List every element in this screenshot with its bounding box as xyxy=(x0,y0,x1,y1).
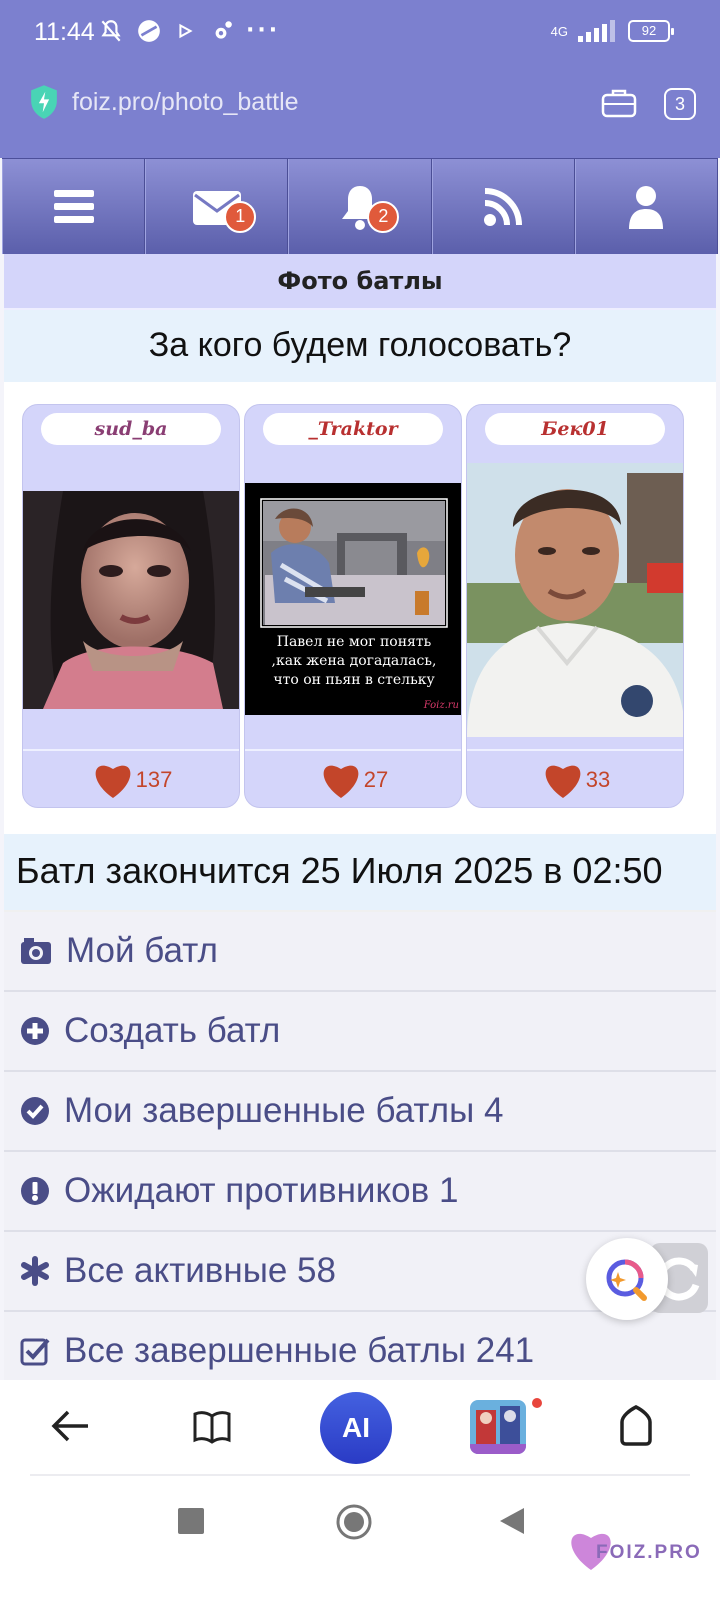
menu-item-label: Мои завершенные батлы 4 xyxy=(64,1091,504,1130)
checkbox-icon xyxy=(20,1338,50,1366)
briefcase-icon[interactable] xyxy=(601,88,637,118)
menu-item-my-battle[interactable]: Мой батл xyxy=(4,912,716,992)
nav-menu-button[interactable] xyxy=(2,159,146,254)
page-title: Фото батлы xyxy=(4,254,716,310)
game-thumbnail[interactable] xyxy=(470,1400,526,1454)
hamburger-icon xyxy=(53,189,94,223)
signal-icon xyxy=(578,20,618,42)
assistant-fab[interactable] xyxy=(586,1238,668,1320)
play-icon xyxy=(179,23,193,39)
card-username[interactable]: _Traktor xyxy=(263,413,443,445)
vote-count: 27 xyxy=(363,767,389,792)
card-photo[interactable] xyxy=(467,463,683,737)
menu-item-label: Все завершенные батлы 241 xyxy=(64,1331,535,1370)
battle-cards: sud_ba 137 _Traktor Павел не мог понять … xyxy=(4,382,716,834)
app-icon xyxy=(138,20,160,42)
user-icon xyxy=(629,185,664,229)
vote-question: За кого будем голосовать? xyxy=(4,310,716,382)
menu-item-label: Создать батл xyxy=(64,1011,281,1050)
watermark-text: FOIZ.PRO xyxy=(596,1542,702,1563)
ai-button[interactable]: AI xyxy=(320,1392,392,1464)
battle-end-date: Батл закончится 25 Июля 2025 в 02:50 xyxy=(4,834,716,912)
check-circle-icon xyxy=(21,1097,49,1125)
messages-badge: 1 xyxy=(224,201,257,233)
toolbar-divider xyxy=(30,1474,690,1476)
site-nav: 1 2 xyxy=(2,158,719,254)
page-content: Фото батлы За кого будем голосовать? sud… xyxy=(4,254,716,1392)
assistant-search-icon xyxy=(606,1259,647,1301)
meme-caption: Павел не мог понять ,как жена догадалась… xyxy=(271,634,437,688)
camera-icon xyxy=(21,938,51,964)
battle-card[interactable]: Бек01 33 xyxy=(466,404,684,808)
menu-item-label: Ожидают противников 1 xyxy=(64,1171,459,1210)
notification-dot xyxy=(532,1398,542,1408)
menu-item-awaiting[interactable]: Ожидают противников 1 xyxy=(4,1152,716,1232)
menu-item-label: Все активные 58 xyxy=(64,1251,336,1290)
back-arrow-icon[interactable] xyxy=(50,1408,90,1444)
rss-icon xyxy=(484,187,523,226)
home-icon[interactable] xyxy=(616,1404,656,1446)
battery-icon: 92 xyxy=(628,20,674,42)
vote-button[interactable]: 27 xyxy=(245,749,461,807)
shield-icon xyxy=(31,85,57,119)
status-notification-icons: ··· xyxy=(98,18,280,44)
exclamation-circle-icon xyxy=(21,1177,49,1205)
status-right: 4G 92 xyxy=(550,20,674,42)
battle-card[interactable]: sud_ba 137 xyxy=(22,404,240,808)
menu-item-my-finished[interactable]: Мои завершенные батлы 4 xyxy=(4,1072,716,1152)
status-time: 11:44 xyxy=(34,18,95,46)
bell-muted-icon xyxy=(101,20,121,42)
vote-button[interactable]: 33 xyxy=(467,749,683,807)
notifications-badge: 2 xyxy=(367,201,400,233)
card-photo[interactable]: Павел не мог понять ,как жена догадалась… xyxy=(245,483,461,715)
menu-item-label: Мой батл xyxy=(66,931,218,970)
vote-button[interactable]: 137 xyxy=(23,749,239,807)
heart-icon xyxy=(95,765,131,798)
vote-count: 137 xyxy=(135,767,173,792)
heart-icon xyxy=(545,765,581,798)
nav-profile-button[interactable] xyxy=(574,159,719,254)
more-icon: ··· xyxy=(246,18,281,43)
menu-item-create-battle[interactable]: Создать батл xyxy=(4,992,716,1072)
vote-count: 33 xyxy=(585,767,611,792)
recents-nav-icon[interactable] xyxy=(178,1508,204,1534)
photo-watermark: Foiz.ru xyxy=(423,700,459,711)
battle-card[interactable]: _Traktor Павел не мог понять ,как жена д… xyxy=(244,404,462,808)
nav-messages-button[interactable]: 1 xyxy=(145,159,289,254)
book-icon[interactable] xyxy=(192,1408,232,1444)
status-bar: 11:44 ··· 4G 92 xyxy=(0,0,720,66)
back-nav-icon[interactable] xyxy=(498,1506,526,1536)
card-username[interactable]: Бек01 xyxy=(485,413,665,445)
network-type: 4G xyxy=(550,23,568,39)
browser-toolbar: AI xyxy=(0,1388,720,1464)
heart-icon xyxy=(323,765,359,798)
nav-feed-button[interactable] xyxy=(431,159,575,254)
tabs-count-button[interactable]: 3 xyxy=(664,88,696,120)
url-bar[interactable]: foiz.pro/photo_battle 3 xyxy=(0,66,720,158)
asterisk-icon xyxy=(21,1256,49,1286)
nav-notifications-button[interactable]: 2 xyxy=(288,159,432,254)
card-photo[interactable] xyxy=(23,491,239,709)
card-username[interactable]: sud_ba xyxy=(41,413,221,445)
site-watermark: FOIZ.PRO xyxy=(571,1520,710,1580)
url-text[interactable]: foiz.pro/photo_battle xyxy=(72,88,299,117)
browser-chrome: 11:44 ··· 4G 92 foiz.pro/photo_battle 3 xyxy=(0,0,720,158)
settings-icon xyxy=(215,21,232,39)
home-nav-icon[interactable] xyxy=(336,1504,372,1540)
plus-circle-icon xyxy=(21,1017,49,1045)
